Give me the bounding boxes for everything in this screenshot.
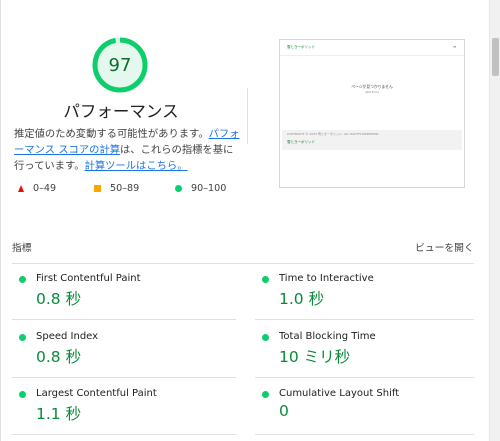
metrics-row-divider	[12, 377, 236, 378]
pass-icon	[262, 334, 269, 341]
metrics-row-divider	[255, 434, 474, 435]
score-legend: 0–49 50–89 90–100	[15, 183, 245, 197]
screenshot-footer-link: 雪ときーボリッド	[287, 140, 315, 144]
metric-speed-index: Speed Index 0.8 秒	[19, 331, 234, 371]
legend-item-fail: 0–49	[18, 183, 56, 194]
scrollbar-thumb[interactable]	[492, 38, 499, 76]
screenshot-footer-text: COPYRIGHT © 2023 雪ときーボリッド. ALL RIGHTS RE…	[287, 132, 380, 136]
metric-label: First Contentful Paint	[36, 273, 141, 284]
pass-icon	[19, 334, 26, 341]
legend-label-pass: 90–100	[191, 183, 227, 194]
pass-icon	[262, 276, 269, 283]
screenshot-footer: COPYRIGHT © 2023 雪ときーボリッド. ALL RIGHTS RE…	[282, 130, 462, 150]
pass-icon	[19, 276, 26, 283]
final-screenshot[interactable]: 雪ときーボリッド ≡ ページが見つかりません 404 Error COPYRIG…	[279, 39, 465, 188]
metric-total-blocking-time: Total Blocking Time 10 ミリ秒	[262, 331, 477, 371]
metric-first-contentful-paint: First Contentful Paint 0.8 秒	[19, 273, 234, 313]
metrics-heading: 指標	[12, 243, 32, 254]
metric-value: 1.0 秒	[279, 290, 325, 308]
vertical-scrollbar[interactable]	[489, 0, 500, 441]
triangle-icon	[18, 185, 24, 192]
metric-value: 0.8 秒	[36, 348, 82, 366]
expand-view-toggle[interactable]: ビューを開く	[415, 240, 474, 254]
metric-label: Largest Contentful Paint	[36, 388, 157, 399]
legend-label-fail: 0–49	[33, 183, 57, 194]
metrics-row-divider	[255, 377, 474, 378]
metric-value: 10 ミリ秒	[279, 348, 351, 366]
legend-label-average: 50–89	[110, 183, 140, 194]
screenshot-header: 雪ときーボリッド ≡	[280, 40, 464, 56]
metric-label: Cumulative Layout Shift	[279, 388, 400, 399]
metric-label: Time to Interactive	[279, 273, 374, 284]
screenshot-site-link: 雪ときーボリッド	[287, 45, 315, 49]
description-text-1: 推定値のため変動する可能性があります。	[14, 128, 209, 140]
metric-cumulative-layout-shift: Cumulative Layout Shift 0	[262, 388, 477, 428]
metrics-divider	[12, 263, 474, 264]
metric-largest-contentful-paint: Largest Contentful Paint 1.1 秒	[19, 388, 234, 428]
metrics-row-divider	[255, 319, 474, 320]
metric-value: 0	[279, 402, 289, 420]
square-icon	[94, 185, 101, 192]
metric-value: 0.8 秒	[36, 290, 82, 308]
metric-label: Speed Index	[36, 331, 99, 342]
report-panel: 97 パフォーマンス 推定値のため変動する可能性があります。パフォーマンス スコ…	[0, 0, 489, 441]
metrics-row-divider	[12, 319, 236, 320]
pass-icon	[19, 391, 26, 398]
section-divider	[247, 88, 248, 144]
legend-item-average: 50–89	[94, 183, 139, 194]
metric-label: Total Blocking Time	[279, 331, 376, 342]
metrics-row-divider	[12, 434, 236, 435]
metric-value: 1.1 秒	[36, 405, 82, 423]
performance-title: パフォーマンス	[63, 102, 179, 121]
hamburger-icon: ≡	[453, 44, 457, 49]
screenshot-sub-message: 404 Error	[365, 90, 379, 94]
performance-score: 97	[108, 54, 132, 76]
pass-icon	[262, 391, 269, 398]
calculator-link[interactable]: 計算ツールはこちら。	[85, 160, 188, 172]
circle-icon	[175, 185, 182, 192]
legend-item-pass: 90–100	[175, 183, 226, 194]
performance-description: 推定値のため変動する可能性があります。パフォーマンス スコアの計算は、これらの指…	[14, 126, 242, 174]
metric-time-to-interactive: Time to Interactive 1.0 秒	[262, 273, 477, 313]
